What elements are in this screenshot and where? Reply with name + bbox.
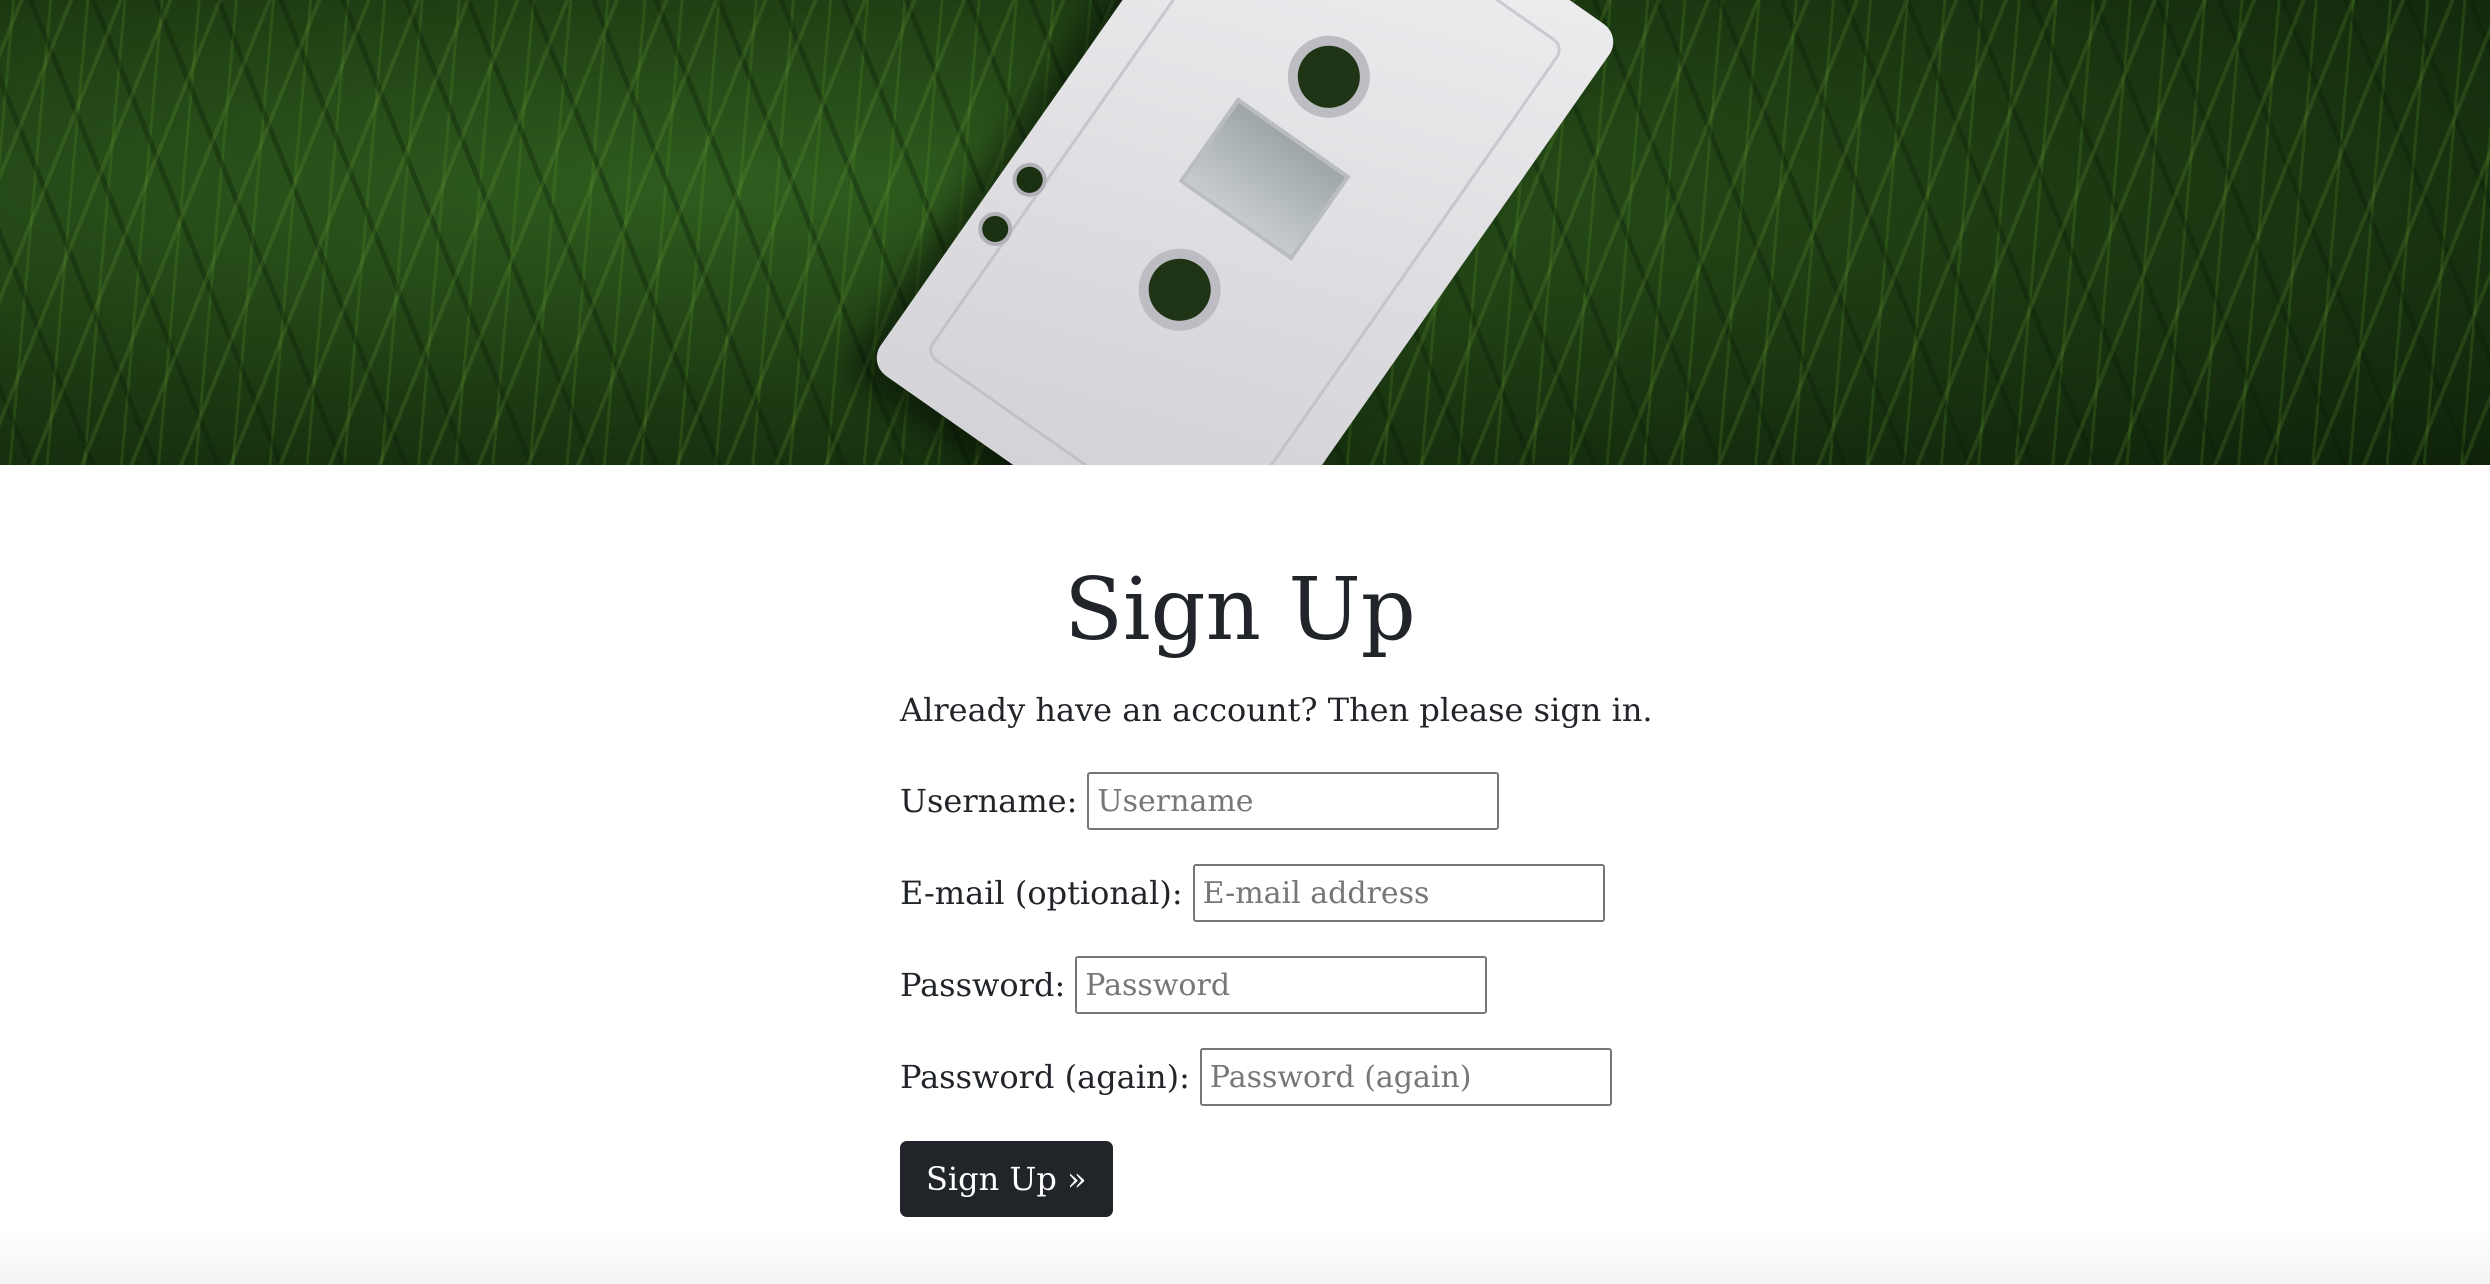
hero-banner-image (0, 0, 2490, 465)
username-label: Username: (900, 782, 1078, 820)
password-again-row: Password (again): (900, 1046, 1620, 1108)
username-input[interactable] (1087, 772, 1500, 830)
signup-form: Username: E-mail (optional): Password: P… (900, 770, 1620, 1217)
footer-fade (0, 1230, 2490, 1284)
email-row: E-mail (optional): (900, 862, 1620, 924)
password-again-label: Password (again): (900, 1058, 1190, 1096)
cassette-label-area (923, 0, 1567, 465)
signup-section: Sign Up Already have an account? Then pl… (900, 540, 1653, 1217)
email-label: E-mail (optional): (900, 874, 1183, 912)
email-input[interactable] (1192, 864, 1605, 922)
sign-up-button[interactable]: Sign Up » (900, 1141, 1113, 1217)
password-input[interactable] (1075, 956, 1488, 1014)
cassette-tape-image (868, 0, 1622, 465)
page-title: Sign Up (1064, 560, 1416, 660)
signin-prompt: Already have an account? Then please sig… (900, 680, 1653, 740)
sign-in-link[interactable]: sign in (1534, 691, 1643, 729)
signin-prompt-period: . (1642, 691, 1653, 729)
password-row: Password: (900, 954, 1620, 1016)
signin-prompt-text: Already have an account? Then please (900, 691, 1534, 729)
password-again-input[interactable] (1199, 1048, 1612, 1106)
username-row: Username: (900, 770, 1620, 832)
password-label: Password: (900, 966, 1066, 1004)
